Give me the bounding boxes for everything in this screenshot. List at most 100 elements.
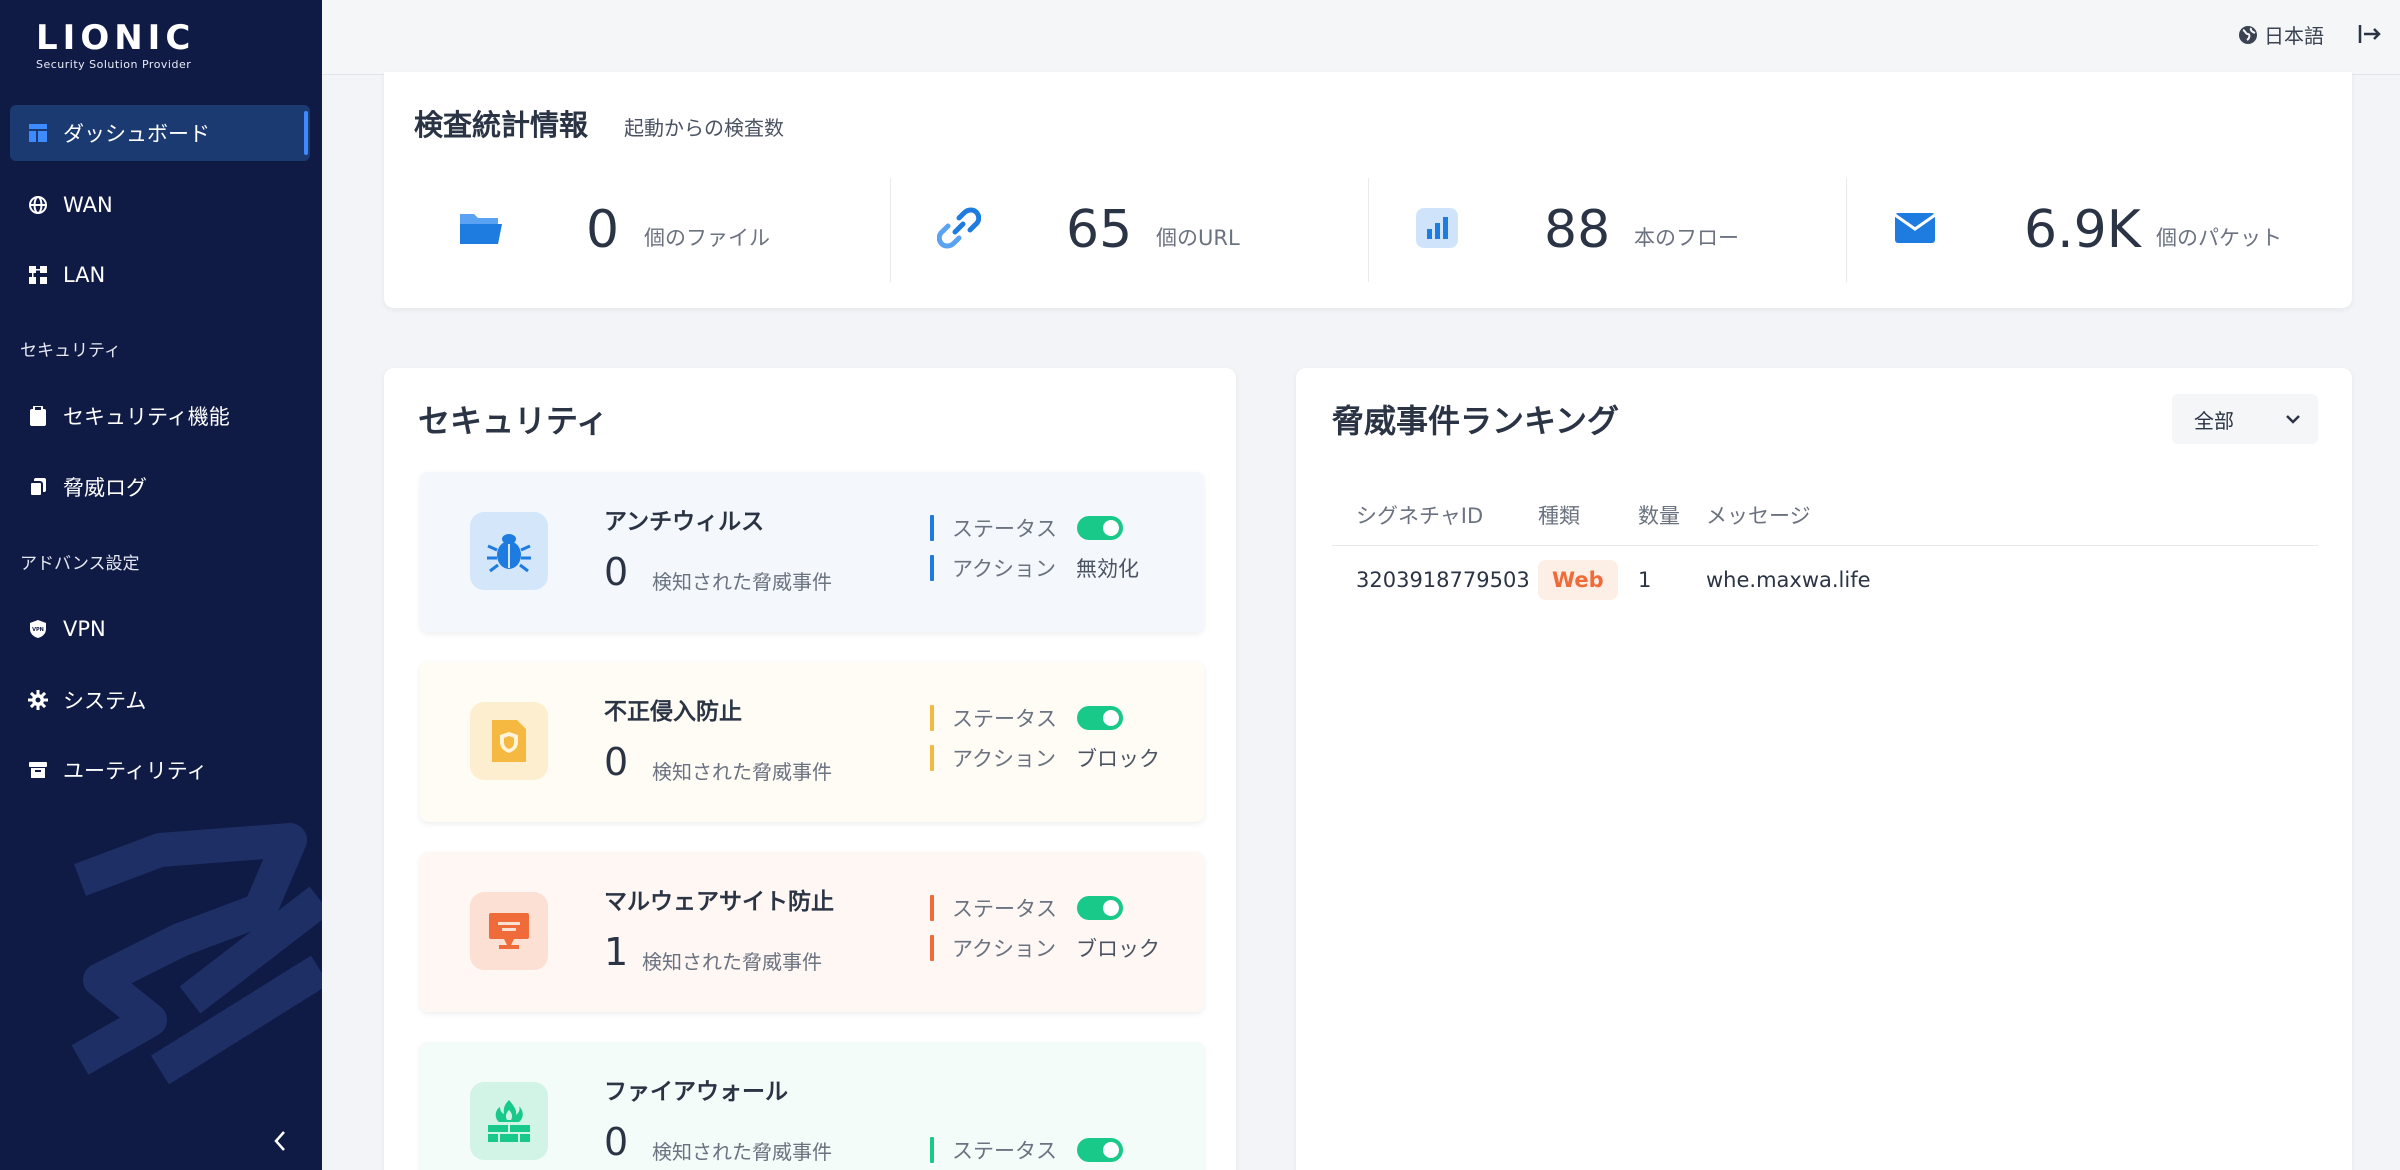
column-header[interactable]: メッセージ — [1706, 500, 1811, 530]
feature-firewall[interactable]: ファイアウォール 0 検知された脅威事件 ステータス — [420, 1042, 1204, 1170]
dashboard-icon — [27, 122, 49, 144]
status-label: ステータス — [952, 897, 1057, 921]
security-title: セキュリティ — [418, 402, 609, 440]
feature-antivirus[interactable]: アンチウィルス 0 検知された脅威事件 ステータス アクション 無効化 — [420, 472, 1204, 632]
sidebar-item-wan[interactable]: WAN — [10, 177, 310, 233]
stat-unit: 個のファイル — [644, 226, 770, 250]
logout-icon — [2358, 25, 2381, 43]
stats-subtitle: 起動からの検査数 — [624, 116, 784, 140]
feature-intrusion-prevention[interactable]: 不正侵入防止 0 検知された脅威事件 ステータス アクション ブロック — [420, 662, 1204, 822]
sidebar-section-security: セキュリティ — [20, 341, 121, 361]
malware-site-status-toggle[interactable] — [1077, 896, 1123, 920]
action-bar — [930, 935, 934, 961]
feature-name: ファイアウォール — [604, 1079, 788, 1105]
status-label: ステータス — [952, 517, 1057, 541]
threat-ranking-title: 脅威事件ランキング — [1332, 402, 1620, 440]
message-cell: whe.maxwa.life — [1706, 568, 1871, 592]
stat-files: 0 個のファイル — [384, 176, 862, 286]
status-row: ステータス — [930, 894, 1123, 922]
network-icon — [27, 264, 49, 286]
threat-ranking-card: 脅威事件ランキング 全部 シグネチャID 種類 数量 メッセージ 3203918… — [1296, 368, 2352, 1170]
sidebar-item-security-features[interactable]: セキュリティ機能 — [10, 388, 310, 444]
action-row: アクション 無効化 — [930, 554, 1139, 582]
globe-icon — [2239, 25, 2257, 44]
language-label: 日本語 — [2264, 24, 2324, 48]
sidebar-section-advanced: アドバンス設定 — [20, 554, 140, 574]
sidebar-item-label: システム — [63, 689, 147, 713]
sidebar-item-utility[interactable]: ユーティリティ — [10, 742, 310, 798]
sidebar-item-label: 脅威ログ — [63, 476, 147, 500]
feature-count: 0 — [604, 740, 629, 784]
status-row: ステータス — [930, 704, 1123, 732]
action-label: アクション — [952, 557, 1056, 581]
sidebar-item-label: WAN — [63, 193, 113, 217]
stats-title: 検査統計情報 — [414, 108, 589, 142]
language-selector[interactable]: 日本語 — [2238, 20, 2324, 49]
sidebar-collapse-button[interactable] — [268, 1126, 292, 1156]
stat-urls: 65 個のURL — [862, 176, 1340, 286]
inspection-stats-card: 検査統計情報 起動からの検査数 0 個のファイル 65 個のURL 88 本のフ… — [384, 72, 2352, 308]
brand-logo[interactable]: LIONIC Security Solution Provider — [36, 18, 195, 71]
stat-value: 0 — [586, 200, 620, 260]
feature-count: 0 — [604, 1120, 629, 1164]
stat-unit: 個のパケット — [2156, 226, 2282, 250]
security-card: セキュリティ アンチウィルス 0 検知された脅威事件 ステータス アクション 無… — [384, 368, 1236, 1170]
action-label: アクション — [952, 747, 1056, 771]
sidebar-item-label: セキュリティ機能 — [63, 405, 230, 429]
table-row[interactable]: 3203918779503 Web 1 whe.maxwa.life — [1332, 546, 2318, 616]
sidebar-item-threat-log[interactable]: 脅威ログ — [10, 459, 310, 515]
status-label: ステータス — [952, 1139, 1057, 1163]
feature-malware-site-prevention[interactable]: マルウェアサイト防止 1 検知された脅威事件 ステータス アクション ブロック — [420, 852, 1204, 1012]
count-cell: 1 — [1638, 568, 1652, 592]
sidebar-item-system[interactable]: システム — [10, 672, 310, 728]
stat-packets: 6.9K 個のパケット — [1818, 176, 2296, 286]
column-header[interactable]: 数量 — [1638, 500, 1680, 530]
threat-filter-select[interactable]: 全部 — [2172, 394, 2318, 444]
folder-icon — [456, 206, 506, 250]
status-row: ステータス — [930, 514, 1123, 542]
sidebar-item-dashboard[interactable]: ダッシュボード — [10, 105, 310, 161]
brand-tagline: Security Solution Provider — [36, 58, 192, 71]
status-bar — [930, 1137, 934, 1163]
column-header[interactable]: シグネチャID — [1356, 500, 1483, 530]
svg-text:VPN: VPN — [32, 627, 44, 633]
envelope-icon — [1890, 206, 1940, 250]
logout-button[interactable] — [2356, 20, 2384, 48]
type-badge: Web — [1538, 560, 1618, 600]
feature-name: アンチウィルス — [604, 509, 765, 535]
sidebar: LIONIC Security Solution Provider ダッシュボー… — [0, 0, 322, 1170]
sidebar-item-label: LAN — [63, 263, 106, 287]
sidebar-item-vpn[interactable]: VPN VPN — [10, 601, 310, 657]
monitor-icon — [470, 892, 548, 970]
feature-count: 0 — [604, 550, 629, 594]
globe-icon — [27, 194, 49, 216]
action-bar — [930, 555, 934, 581]
status-bar — [930, 515, 934, 541]
action-label: アクション — [952, 937, 1056, 961]
stat-flows: 88 本のフロー — [1340, 176, 1818, 286]
feature-name: マルウェアサイト防止 — [604, 889, 834, 915]
status-row: ステータス — [930, 1136, 1123, 1164]
feature-count-label: 検知された脅威事件 — [652, 570, 832, 594]
feature-count-label: 検知された脅威事件 — [642, 950, 822, 974]
vpn-shield-icon: VPN — [27, 618, 49, 640]
sidebar-item-label: ダッシュボード — [63, 122, 210, 146]
action-bar — [930, 745, 934, 771]
column-header[interactable]: 種類 — [1538, 500, 1580, 530]
firewall-status-toggle[interactable] — [1077, 1138, 1123, 1162]
bar-chart-icon — [1412, 206, 1462, 250]
lionic-watermark-icon — [71, 823, 322, 1085]
bug-icon — [470, 512, 548, 590]
threat-table-header: シグネチャID 種類 数量 メッセージ — [1332, 488, 2318, 546]
top-bar: 日本語 — [322, 0, 2400, 75]
feature-count-label: 検知された脅威事件 — [652, 760, 832, 784]
threat-filter-value: 全部 — [2194, 408, 2234, 433]
sidebar-item-lan[interactable]: LAN — [10, 247, 310, 303]
action-value: ブロック — [1075, 937, 1160, 961]
action-row: アクション ブロック — [930, 744, 1160, 772]
sidebar-item-label: VPN — [63, 617, 106, 641]
signature-id-cell: 3203918779503 — [1356, 568, 1530, 592]
antivirus-status-toggle[interactable] — [1077, 516, 1123, 540]
ips-status-toggle[interactable] — [1077, 706, 1123, 730]
stat-unit: 個のURL — [1156, 226, 1240, 250]
